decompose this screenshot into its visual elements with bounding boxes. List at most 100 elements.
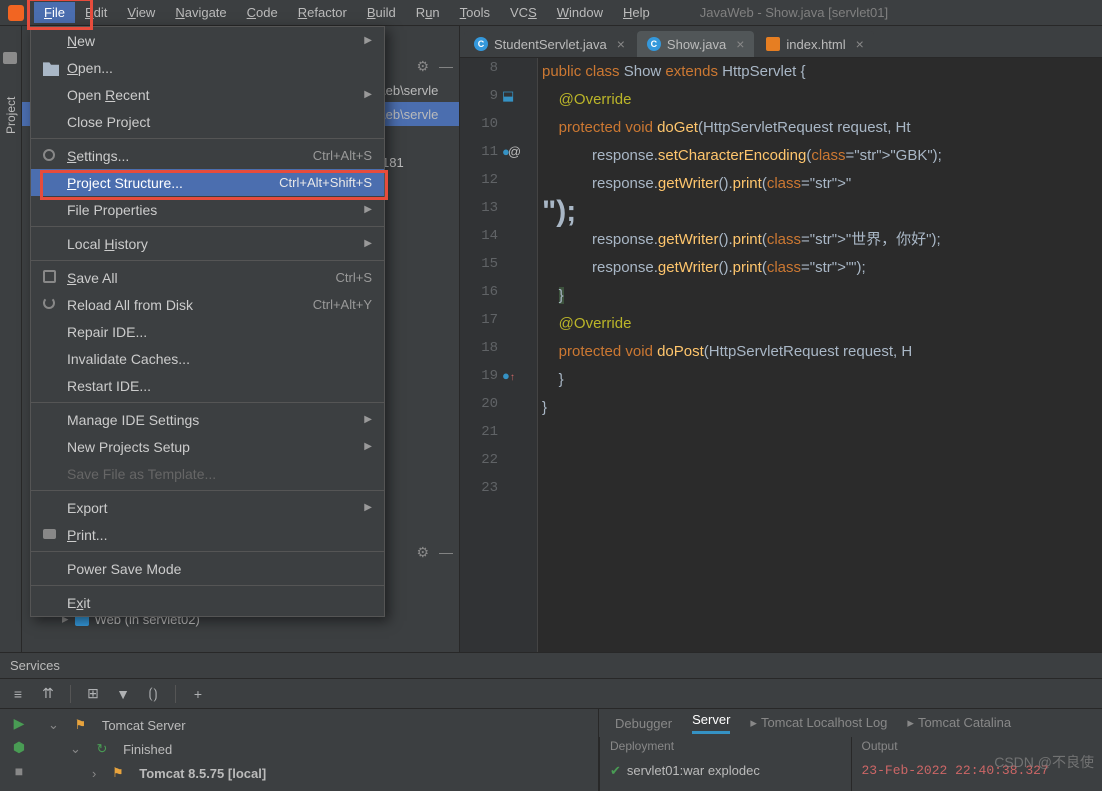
menu-navigate[interactable]: Navigate <box>165 2 236 23</box>
menu-item-print[interactable]: Print... <box>31 521 384 548</box>
line-number[interactable]: 23 <box>460 480 498 496</box>
menu-item-power-save-mode[interactable]: Power Save Mode <box>31 555 384 582</box>
services-tab[interactable]: ▸Tomcat Catalina <box>907 715 1011 731</box>
menu-item-restart-ide[interactable]: Restart IDE... <box>31 372 384 399</box>
line-number[interactable]: 20 <box>460 396 498 412</box>
menu-item-open-recent[interactable]: Open Recent▶ <box>31 81 384 108</box>
code-line[interactable]: protected void doGet(HttpServletRequest … <box>542 114 1102 142</box>
line-number[interactable]: 18 <box>460 340 498 356</box>
editor-tab[interactable]: index.html× <box>756 31 873 57</box>
code-line[interactable]: @Override <box>542 86 1102 114</box>
line-number[interactable]: 22 <box>460 452 498 468</box>
menu-item-local-history[interactable]: Local History▶ <box>31 230 384 257</box>
editor-tab[interactable]: CStudentServlet.java× <box>464 31 635 57</box>
run-icon[interactable]: ▶ <box>11 715 27 731</box>
menu-item-repair-ide[interactable]: Repair IDE... <box>31 318 384 345</box>
services-tab[interactable]: Debugger <box>615 716 672 731</box>
menu-view[interactable]: View <box>117 2 165 23</box>
code-line[interactable]: response.getWriter().print(class="str">"… <box>542 254 1102 282</box>
layout-icon[interactable]: ⊞ <box>85 686 101 702</box>
menu-item-label: New Projects Setup <box>67 439 190 455</box>
menu-window[interactable]: Window <box>547 2 613 23</box>
deployment-item[interactable]: ✔servlet01:war explodec <box>600 759 851 783</box>
expand-icon[interactable]: ≡ <box>10 686 26 702</box>
project-tool-label[interactable]: Project <box>4 97 18 134</box>
code-line[interactable]: response.getWriter().print(class="str">"… <box>542 170 1102 226</box>
line-number[interactable]: 10 <box>460 116 498 132</box>
menu-item-save-all[interactable]: Save AllCtrl+S <box>31 264 384 291</box>
menu-edit[interactable]: Edit <box>75 2 117 23</box>
minimize-icon[interactable]: — <box>439 544 453 561</box>
code-line[interactable]: response.getWriter().print(class="str">"… <box>542 226 1102 254</box>
project-tool-icon[interactable] <box>3 52 17 64</box>
override-gutter-icon[interactable]: ●↑ <box>502 368 518 384</box>
menu-item-reload-all-from-disk[interactable]: Reload All from Disk Ctrl+Alt+Y <box>31 291 384 318</box>
code-line[interactable]: response.setCharacterEncoding(class="str… <box>542 142 1102 170</box>
line-number[interactable]: 13 <box>460 200 498 216</box>
menu-item-project-structure[interactable]: Project Structure...Ctrl+Alt+Shift+S <box>31 169 384 196</box>
menu-help[interactable]: Help <box>613 2 660 23</box>
filter-icon[interactable]: ▼ <box>115 686 131 702</box>
print-icon <box>43 529 56 539</box>
tree-row[interactable]: ⌄ ⚑ Tomcat Server <box>48 713 588 737</box>
line-number[interactable]: 16 <box>460 284 498 300</box>
menu-tools[interactable]: Tools <box>450 2 500 23</box>
code-line[interactable]: public class Show extends HttpServlet { <box>542 58 1102 86</box>
add-icon[interactable]: + <box>190 686 206 702</box>
menu-item-label: Reload All from Disk <box>67 297 193 313</box>
menu-file[interactable]: File <box>34 2 75 23</box>
services-header[interactable]: Services <box>0 653 1102 679</box>
services-tool-window: Services ≡ ⇈ ⊞ ▼ ⟮⟯ + ▶ ⬢ ■ ⌄ ⚑ Tomcat S… <box>0 652 1102 790</box>
debug-icon[interactable]: ⬢ <box>11 739 27 755</box>
shortcut-label: Ctrl+Alt+Y <box>313 297 372 312</box>
line-number[interactable]: 17 <box>460 312 498 328</box>
menu-item-close-project[interactable]: Close Project <box>31 108 384 135</box>
override-gutter-icon[interactable]: ⬓ <box>502 88 518 104</box>
group-icon[interactable]: ⟮⟯ <box>145 686 161 702</box>
submenu-arrow-icon: ▶ <box>364 204 372 215</box>
menu-refactor[interactable]: Refactor <box>288 2 357 23</box>
menu-item-new-projects-setup[interactable]: New Projects Setup▶ <box>31 433 384 460</box>
line-number[interactable]: 19 <box>460 368 498 384</box>
close-tab-icon[interactable]: × <box>736 36 744 52</box>
tree-row[interactable]: › ⚑ Tomcat 8.5.75 [local] <box>48 761 588 785</box>
menu-item-invalidate-caches[interactable]: Invalidate Caches... <box>31 345 384 372</box>
implements-gutter-icon[interactable]: ●@ <box>502 144 518 160</box>
gear-icon[interactable]: ⚙ <box>416 544 429 561</box>
menu-item-export[interactable]: Export▶ <box>31 494 384 521</box>
menu-item-exit[interactable]: Exit <box>31 589 384 616</box>
gear-icon[interactable]: ⚙ <box>416 58 429 75</box>
code-line[interactable]: } <box>542 282 1102 310</box>
services-tab[interactable]: Server <box>692 712 730 734</box>
editor-tab[interactable]: CShow.java× <box>637 31 754 57</box>
line-number[interactable]: 14 <box>460 228 498 244</box>
line-number[interactable]: 9 <box>460 88 498 104</box>
services-tab[interactable]: ▸Tomcat Localhost Log <box>750 715 887 731</box>
code-line[interactable]: } <box>542 394 1102 422</box>
menu-item-open[interactable]: Open... <box>31 54 384 81</box>
minimize-icon[interactable]: — <box>439 58 453 75</box>
menu-build[interactable]: Build <box>357 2 406 23</box>
menu-item-new[interactable]: New▶ <box>31 27 384 54</box>
line-number[interactable]: 12 <box>460 172 498 188</box>
code-line[interactable]: @Override <box>542 310 1102 338</box>
menu-item-manage-ide-settings[interactable]: Manage IDE Settings▶ <box>31 406 384 433</box>
close-tab-icon[interactable]: × <box>856 36 864 52</box>
menu-vcs[interactable]: VCS <box>500 2 547 23</box>
line-number[interactable]: 11 <box>460 144 498 160</box>
tab-label: StudentServlet.java <box>494 37 607 52</box>
services-tree[interactable]: ⌄ ⚑ Tomcat Server ⌄ ↻ Finished › ⚑ Tomca… <box>38 709 598 791</box>
line-number[interactable]: 8 <box>460 60 498 76</box>
tree-row[interactable]: ⌄ ↻ Finished <box>48 737 588 761</box>
close-tab-icon[interactable]: × <box>617 36 625 52</box>
code-line[interactable]: protected void doPost(HttpServletRequest… <box>542 338 1102 366</box>
menu-run[interactable]: Run <box>406 2 450 23</box>
line-number[interactable]: 15 <box>460 256 498 272</box>
menu-item-file-properties[interactable]: File Properties▶ <box>31 196 384 223</box>
menu-item-settings[interactable]: Settings...Ctrl+Alt+S <box>31 142 384 169</box>
menu-code[interactable]: Code <box>237 2 288 23</box>
stop-icon[interactable]: ■ <box>11 763 27 779</box>
collapse-icon[interactable]: ⇈ <box>40 686 56 702</box>
code-line[interactable]: } <box>542 366 1102 394</box>
line-number[interactable]: 21 <box>460 424 498 440</box>
